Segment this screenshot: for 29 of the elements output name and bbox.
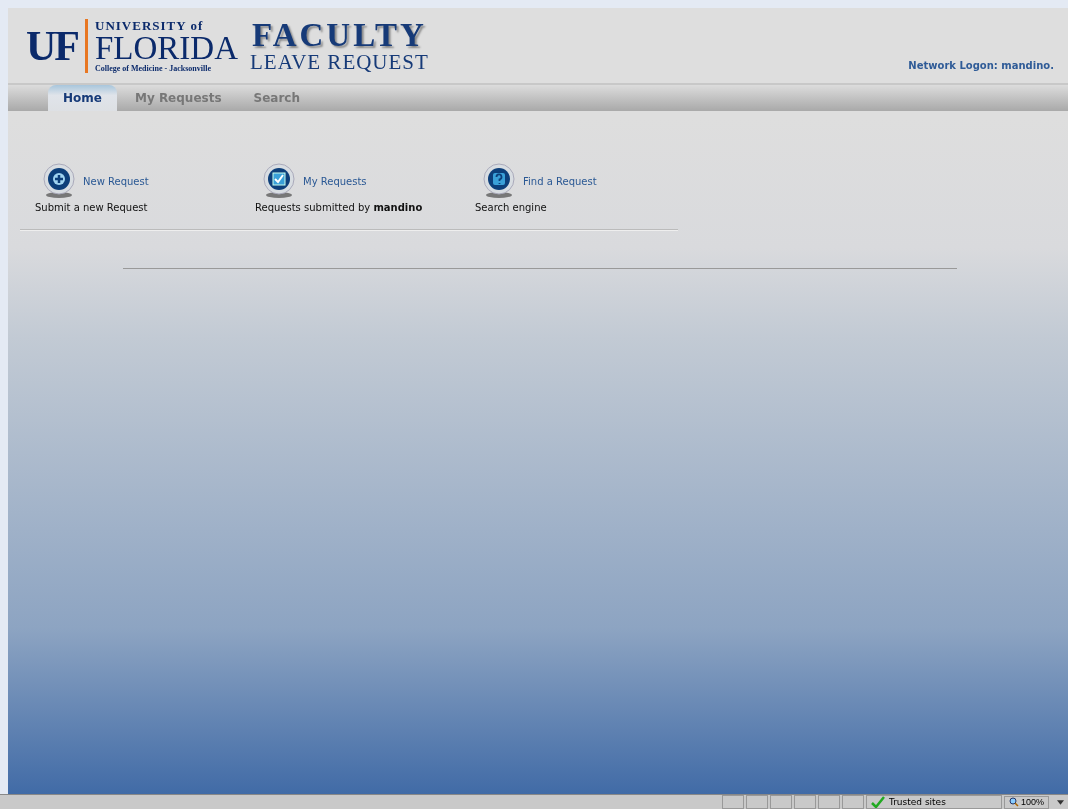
- checkbox-icon[interactable]: [261, 163, 297, 199]
- action-description: Search engine: [475, 202, 548, 213]
- caret-icon[interactable]: [1057, 799, 1064, 805]
- status-panel: [841, 795, 864, 809]
- network-logon-text: Network Logon: mandino.: [908, 60, 1054, 71]
- status-panel: [721, 795, 744, 809]
- zone-text: Trusted sites: [888, 797, 946, 807]
- zoom-button[interactable]: 100%: [1003, 795, 1049, 809]
- logo-florida-text: FLORIDA: [95, 31, 238, 65]
- status-panel: [817, 795, 840, 809]
- help-icon[interactable]: [481, 163, 517, 199]
- action-link[interactable]: Find a Request: [523, 175, 597, 187]
- app-title: FACULTY: [251, 18, 427, 52]
- action-description: Requests submitted by mandino: [255, 202, 424, 213]
- nav-tab[interactable]: Home: [48, 85, 117, 111]
- action-link[interactable]: New Request: [83, 175, 149, 187]
- logo-university-text: UNIVERSITY of: [95, 18, 205, 32]
- magnifier-icon: [1008, 797, 1019, 807]
- action-description: Submit a new Request: [35, 202, 149, 213]
- app-subtitle: LEAVE REQUEST: [250, 51, 429, 73]
- logo-college-text: College of Medicine - Jacksonville: [95, 64, 212, 73]
- checkmark-icon: [870, 796, 885, 808]
- action-link[interactable]: My Requests: [303, 175, 367, 187]
- status-panel: [769, 795, 792, 809]
- status-panel: [745, 795, 768, 809]
- status-panel: [793, 795, 816, 809]
- uf-logo-mark: UF: [26, 21, 78, 70]
- plus-circle-icon[interactable]: [41, 163, 77, 199]
- logo-divider: [85, 18, 88, 73]
